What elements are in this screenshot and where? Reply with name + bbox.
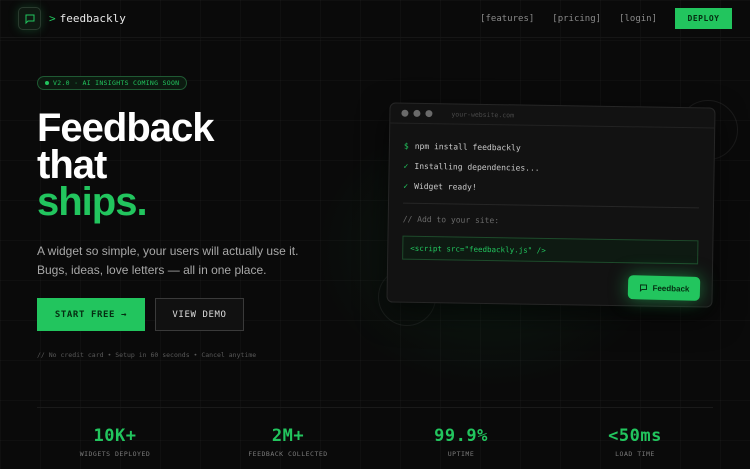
window-dot-icon [413, 109, 421, 117]
window-dot-icon [425, 110, 433, 118]
stat-feedback: 2M+ FEEDBACK COLLECTED [208, 426, 368, 458]
headline-line-3: ships. [37, 180, 148, 224]
nav-link-login[interactable]: [login] [619, 14, 657, 24]
feedback-widget-button[interactable]: Feedback [627, 275, 701, 301]
logo-chat-icon[interactable] [18, 7, 41, 30]
logo-wordmark[interactable]: > feedbackly [49, 12, 126, 25]
nav-link-features[interactable]: [features] [480, 14, 534, 24]
terminal-output: Widget ready! [414, 181, 477, 192]
terminal-command: npm install feedbackly [414, 141, 521, 153]
stat-uptime: 99.9% UPTIME [381, 426, 541, 458]
terminal-url: your-website.com [451, 109, 515, 119]
stat-value: 2M+ [271, 426, 305, 446]
terminal-comment: // Add to your site: [402, 214, 500, 225]
headline-line-1: Feedback [37, 106, 215, 150]
terminal-output: Installing dependencies... [414, 161, 540, 173]
stat-value: <50ms [608, 426, 662, 446]
feedback-widget-label: Feedback [652, 283, 690, 294]
window-dot-icon [401, 109, 409, 117]
headline-line-2: that [37, 143, 107, 187]
logo-prompt: > [49, 12, 56, 25]
subtitle-line-2: Bugs, ideas, love letters — all in one p… [37, 263, 267, 277]
subtitle-line-1: A widget so simple, your users will actu… [37, 244, 299, 258]
chat-icon [639, 283, 647, 292]
logo-text: feedbackly [59, 12, 126, 25]
hero-headline: Feedback that ships. [37, 106, 215, 224]
badge-dot-icon [45, 81, 49, 85]
terminal-line: ✓ Widget ready! [403, 176, 699, 201]
stat-load-time: <50ms LOAD TIME [555, 426, 715, 458]
start-free-button[interactable]: START FREE → [37, 298, 145, 331]
top-nav: > feedbackly [features] [pricing] [login]… [0, 0, 750, 38]
stat-value: 99.9% [434, 426, 488, 446]
prompt-symbol: $ [403, 141, 409, 151]
stat-label: FEEDBACK COLLECTED [248, 450, 328, 458]
stat-widgets: 10K+ WIDGETS DEPLOYED [35, 426, 195, 458]
deploy-button[interactable]: DEPLOY [675, 8, 732, 29]
check-icon: ✓ [403, 181, 409, 191]
stat-label: LOAD TIME [615, 450, 655, 458]
version-badge: V2.0 · AI INSIGHTS COMING SOON [37, 76, 188, 90]
view-demo-button[interactable]: VIEW DEMO [155, 298, 244, 331]
nav-link-pricing[interactable]: [pricing] [552, 14, 601, 24]
stat-value: 10K+ [93, 426, 137, 446]
stats-divider [37, 407, 713, 408]
fineprint: // No credit card • Setup in 60 seconds … [37, 351, 257, 359]
stat-label: WIDGETS DEPLOYED [79, 450, 151, 458]
stat-label: UPTIME [447, 450, 475, 458]
badge-text: V2.0 · AI INSIGHTS COMING SOON [53, 79, 180, 87]
code-snippet[interactable]: <script src="feedbackly.js" /> [402, 235, 699, 265]
hero-subtitle: A widget so simple, your users will actu… [37, 242, 298, 280]
check-icon: ✓ [403, 161, 409, 171]
terminal-divider [403, 202, 699, 209]
